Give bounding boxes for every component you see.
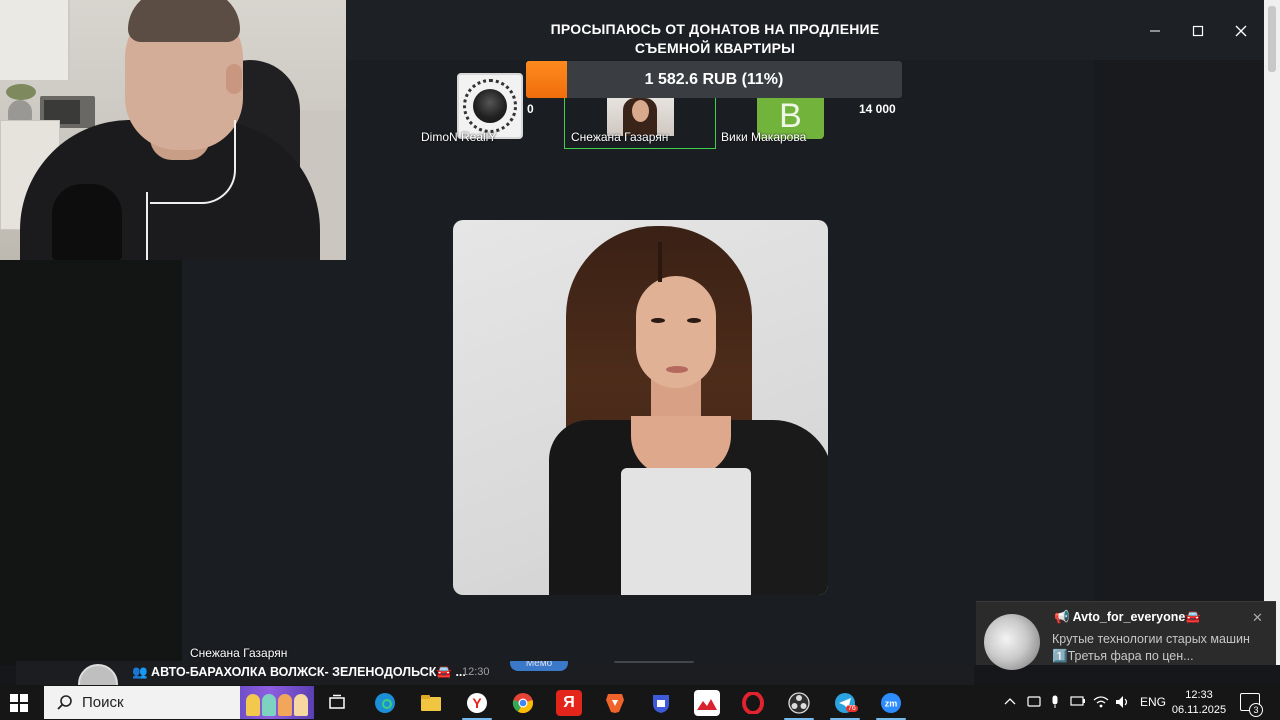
notification-count: 3 (1249, 703, 1263, 717)
search-icon (57, 695, 72, 710)
svg-text:zm: zm (885, 699, 898, 709)
telegram-badge: 76 (846, 705, 858, 712)
chat-ticker[interactable]: 👥 АВТО-БАРАХОЛКА ВОЛЖСК- ЗЕЛЕНОДОЛЬСК🚘 .… (16, 661, 974, 685)
minimize-button[interactable] (1144, 20, 1166, 42)
telegram-icon[interactable]: 76 (832, 690, 858, 716)
search-highlight-image (240, 686, 314, 719)
right-panel (1094, 60, 1264, 665)
donor-amount: 14 000 (859, 102, 896, 116)
brave-icon[interactable] (602, 690, 628, 716)
volume-icon[interactable] (1115, 695, 1131, 712)
chat-time: 12:30 (462, 666, 490, 678)
stream-title-line2: СЪЕМНОЙ КВАРТИРЫ (634, 40, 796, 56)
microphone-icon[interactable] (1049, 695, 1061, 712)
edge-icon[interactable] (372, 690, 398, 716)
opera-icon[interactable] (740, 690, 766, 716)
photo-caption: Снежана Газарян (190, 646, 288, 660)
photos-icon[interactable] (694, 690, 720, 716)
keepass-icon[interactable] (648, 690, 674, 716)
featured-donor-photo (453, 220, 828, 595)
channel-avatar (984, 614, 1040, 670)
webcam-feed (0, 0, 346, 260)
scrollbar[interactable] (1264, 0, 1280, 665)
avatar-letter: B (779, 98, 802, 135)
donor-name: DimoN ReallY (421, 130, 497, 144)
toast-close-icon[interactable]: ✕ (1252, 610, 1263, 626)
file-explorer-icon[interactable] (418, 690, 444, 716)
close-icon (1235, 25, 1247, 37)
search-placeholder: Поиск (82, 694, 124, 711)
task-view-icon[interactable] (324, 690, 350, 716)
stream-title: ПРОСЫПАЮСЬ ОТ ДОНАТОВ НА ПРОДЛЕНИЕ СЪЕМН… (530, 20, 900, 58)
chat-pill: Meмo (510, 661, 568, 671)
battery-icon[interactable] (1070, 695, 1086, 710)
screen: { "stream": { "title_line1": "ПРОСЫПАЮСЬ… (0, 0, 1280, 720)
taskbar-search[interactable]: Поиск (44, 686, 314, 719)
taskbar: Поиск Y Я 76 zm ENG 12:33 06.11.2025 3 (0, 685, 1280, 720)
notification-toast[interactable]: 📢 Avto_for_everyone🚘 Крутые технологии с… (976, 601, 1276, 670)
obs-icon[interactable] (786, 690, 812, 716)
wifi-icon[interactable] (1093, 695, 1109, 712)
yandex-icon[interactable]: Я (556, 690, 582, 716)
close-button[interactable] (1230, 20, 1252, 42)
clock-date: 06.11.2025 (1171, 704, 1227, 716)
donation-progress-bar: 1 582.6 RUB (11%) (526, 61, 902, 98)
chevron-up-icon[interactable] (1004, 695, 1016, 709)
stream-title-line1: ПРОСЫПАЮСЬ ОТ ДОНАТОВ НА ПРОДЛЕНИЕ (550, 21, 880, 37)
maximize-button[interactable] (1187, 20, 1209, 42)
chat-preview (614, 661, 694, 663)
maximize-icon (1192, 25, 1204, 37)
language-indicator[interactable]: ENG (1140, 695, 1166, 709)
minimize-icon (1150, 30, 1160, 32)
donor-amount: 0 (527, 102, 534, 116)
clock-time: 12:33 (1185, 689, 1213, 701)
donor-name: Снежана Газарян (571, 130, 669, 144)
meet-now-icon[interactable] (1027, 695, 1041, 710)
progress-text: 1 582.6 RUB (11%) (644, 70, 784, 88)
svg-text:Y: Y (472, 695, 482, 711)
zoom-icon[interactable]: zm (878, 690, 904, 716)
wolf-emblem-icon (463, 79, 517, 133)
chat-title: 👥 АВТО-БАРАХОЛКА ВОЛЖСК- ЗЕЛЕНОДОЛЬСК🚘 .… (132, 665, 466, 679)
scrollbar-thumb[interactable] (1268, 6, 1276, 72)
toast-body: Крутые технологии старых машин 1️⃣Третья… (1052, 632, 1250, 663)
yandex-browser-icon[interactable]: Y (464, 690, 490, 716)
left-panel (0, 260, 182, 665)
taskbar-clock[interactable]: 12:33 06.11.2025 (1168, 688, 1230, 718)
start-button[interactable] (10, 694, 28, 712)
toast-title: 📢 Avto_for_everyone🚘 (1054, 610, 1201, 624)
chat-avatar (78, 664, 118, 685)
donor-name: Вики Макарова (721, 130, 807, 144)
chrome-icon[interactable] (510, 690, 536, 716)
